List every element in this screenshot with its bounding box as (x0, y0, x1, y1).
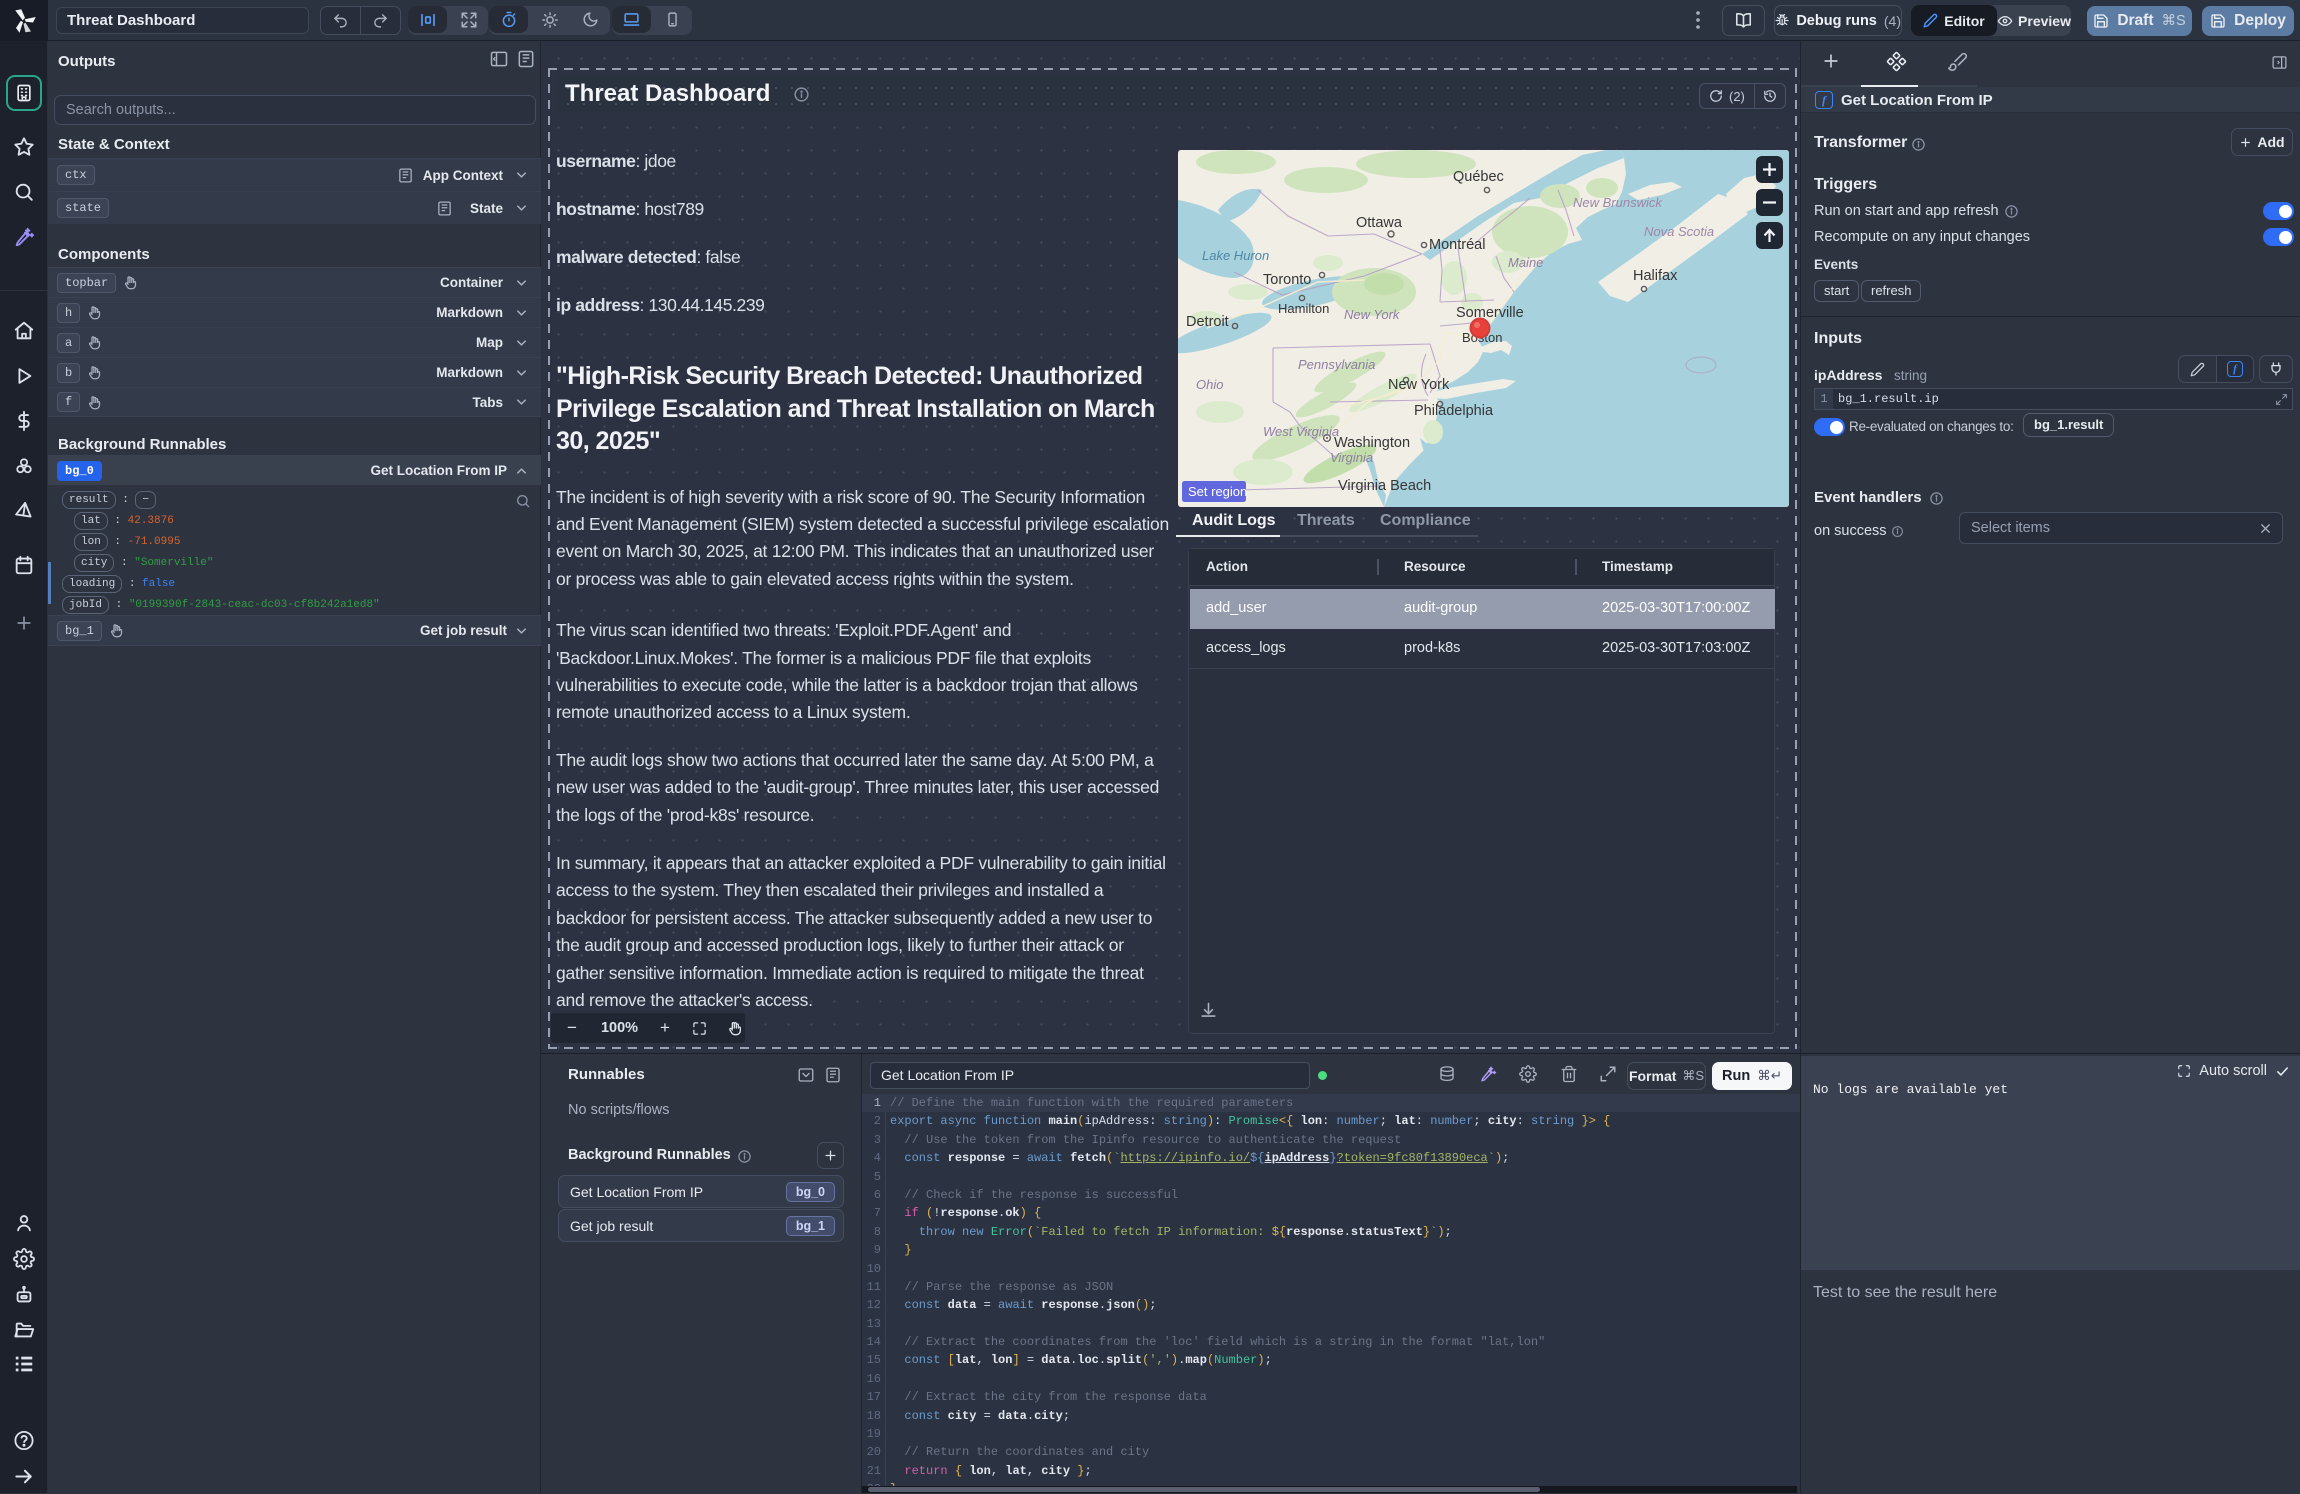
svg-text:Pennsylvania: Pennsylvania (1298, 357, 1375, 372)
svg-text:New Brunswick: New Brunswick (1573, 195, 1663, 210)
svg-text:Philadelphia: Philadelphia (1414, 403, 1494, 419)
svg-text:Montréal: Montréal (1429, 237, 1485, 253)
svg-text:New York: New York (1344, 307, 1401, 322)
svg-text:Lake Huron: Lake Huron (1202, 248, 1269, 263)
svg-text:New York: New York (1388, 377, 1450, 393)
svg-text:Virginia Beach: Virginia Beach (1338, 478, 1431, 494)
svg-text:Halifax: Halifax (1633, 268, 1678, 284)
svg-text:Ohio: Ohio (1196, 377, 1223, 392)
svg-text:Virginia: Virginia (1330, 450, 1373, 465)
svg-text:Somerville: Somerville (1456, 305, 1524, 321)
svg-text:Maine: Maine (1508, 255, 1543, 270)
svg-text:Toronto: Toronto (1263, 272, 1311, 288)
svg-text:Detroit: Detroit (1186, 314, 1229, 330)
svg-text:Washington: Washington (1334, 435, 1410, 451)
svg-text:Québec: Québec (1453, 169, 1504, 185)
svg-text:Hamilton: Hamilton (1278, 301, 1329, 316)
svg-text:West Virginia: West Virginia (1263, 424, 1339, 439)
svg-text:Ottawa: Ottawa (1356, 215, 1403, 231)
svg-text:Nova Scotia: Nova Scotia (1644, 224, 1714, 239)
svg-text:Set region: Set region (1188, 484, 1247, 499)
